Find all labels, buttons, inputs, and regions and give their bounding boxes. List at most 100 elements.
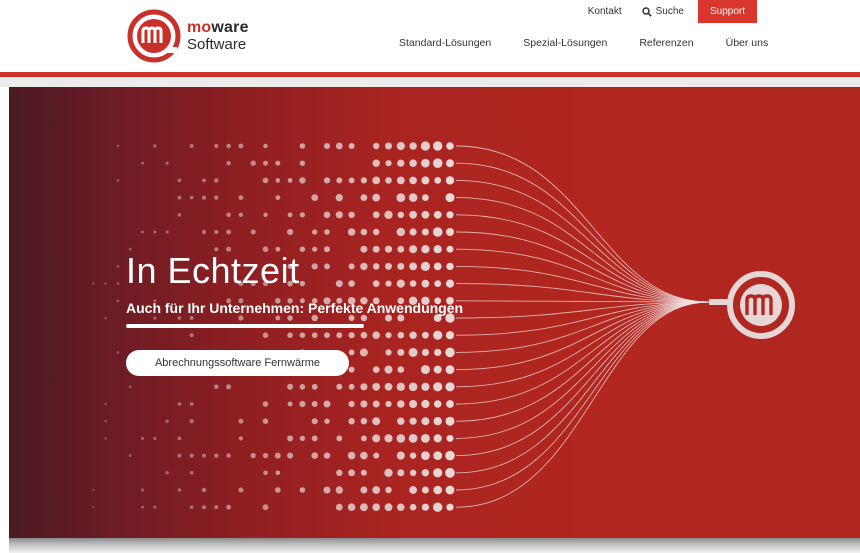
decor-dot (202, 178, 206, 183)
decor-dot (140, 488, 145, 492)
decor-dot (287, 452, 294, 459)
decor-dot (446, 159, 454, 168)
nav-item-ueber-uns[interactable]: Über uns (726, 37, 769, 49)
decor-dot (384, 382, 393, 391)
decor-dot (165, 419, 169, 423)
decor-dot (226, 161, 231, 166)
decor-dot (226, 504, 232, 510)
decor-dot (433, 245, 442, 254)
decor-dot (262, 332, 269, 338)
decor-dot (324, 229, 330, 235)
decor-dot (420, 365, 430, 375)
decor-dot (202, 505, 206, 510)
decor-dot (397, 331, 405, 339)
decor-dot (446, 262, 454, 271)
decor-dot (311, 401, 318, 407)
decor-dot (348, 143, 355, 149)
decor-dot (421, 417, 430, 426)
contact-link[interactable]: Kontakt (588, 6, 622, 17)
decor-dot (432, 227, 443, 237)
decor-dot (116, 282, 120, 285)
decor-dot (360, 486, 368, 494)
decor-dot (445, 450, 455, 461)
decor-dot (373, 228, 380, 236)
hero-cta-button[interactable]: Abrechnungssoftware Fernwärme (126, 350, 349, 376)
top-utility-bar: Kontakt Suche Support (588, 0, 757, 23)
decor-dot (385, 349, 392, 356)
decor-dot (116, 179, 120, 182)
decor-dot (360, 262, 368, 271)
decor-dot (372, 382, 381, 391)
decor-dot (238, 418, 244, 424)
logo-wordmark-prefix: mo (187, 19, 212, 36)
decor-dot (202, 195, 206, 200)
decor-dot (263, 470, 268, 476)
decor-dot (299, 435, 306, 442)
decor-dot (335, 211, 343, 219)
decor-dot (408, 382, 418, 392)
decor-dot (446, 400, 454, 408)
decor-dot (445, 485, 455, 495)
decor-dot (324, 263, 330, 270)
decor-dot (433, 330, 443, 340)
nav-item-spezial-loesungen[interactable]: Spezial-Lösungen (523, 37, 607, 49)
decor-dot (165, 161, 169, 165)
decor-dot (262, 504, 269, 511)
decor-dot (433, 141, 443, 151)
decor-dot (226, 453, 231, 458)
decor-dot (409, 503, 417, 511)
decor-dot (335, 503, 343, 511)
decor-dot (263, 143, 268, 149)
brand-emblem-icon (727, 271, 795, 339)
nav-item-referenzen[interactable]: Referenzen (639, 37, 693, 49)
decor-dot (372, 176, 381, 185)
search-link[interactable]: Suche (641, 6, 684, 17)
decor-dot (409, 142, 417, 150)
decor-dot (421, 348, 429, 356)
decor-dot (373, 142, 380, 150)
decor-dot (348, 366, 355, 373)
decor-dot (153, 230, 157, 234)
decor-dot (409, 159, 417, 167)
hero-bottom-shadow (0, 538, 860, 553)
decor-dot (275, 195, 281, 200)
decor-dot (446, 434, 454, 442)
decor-dot (324, 332, 330, 339)
decor-dot (336, 469, 343, 476)
decor-dot (312, 246, 318, 252)
decor-dot (189, 402, 194, 406)
decor-dot (299, 384, 306, 390)
decor-dot (299, 246, 306, 252)
decor-dot (409, 228, 417, 236)
decor-dot (433, 365, 442, 374)
decor-dot (238, 487, 244, 493)
decor-dot (348, 280, 355, 287)
decor-dot (360, 177, 367, 184)
decor-dot (432, 158, 443, 168)
decor-dot (360, 245, 368, 253)
decor-dot (397, 400, 405, 408)
decor-dot (397, 159, 405, 167)
decor-dot (348, 332, 355, 339)
decor-dot (336, 435, 343, 442)
decor-dot (92, 488, 95, 492)
decor-line (455, 248, 710, 303)
brand-logo[interactable]: moware Software (127, 9, 249, 63)
support-button[interactable]: Support (698, 0, 757, 23)
decor-dot (446, 142, 454, 150)
decor-dot (359, 348, 368, 357)
decor-dot (433, 262, 442, 271)
decor-dot (446, 228, 454, 236)
decor-dot (384, 503, 393, 512)
decor-dot (360, 383, 368, 391)
nav-item-standard-loesungen[interactable]: Standard-Lösungen (399, 37, 491, 49)
decor-dot (250, 229, 256, 235)
decor-dot (311, 383, 318, 390)
decor-dot (360, 417, 368, 425)
decor-dot (372, 211, 380, 219)
page: moware Software Kontakt Suche Support St… (0, 0, 860, 553)
decor-dot (104, 437, 107, 440)
decor-line (455, 301, 710, 371)
decor-dot (165, 471, 169, 475)
decor-dot (311, 194, 319, 201)
